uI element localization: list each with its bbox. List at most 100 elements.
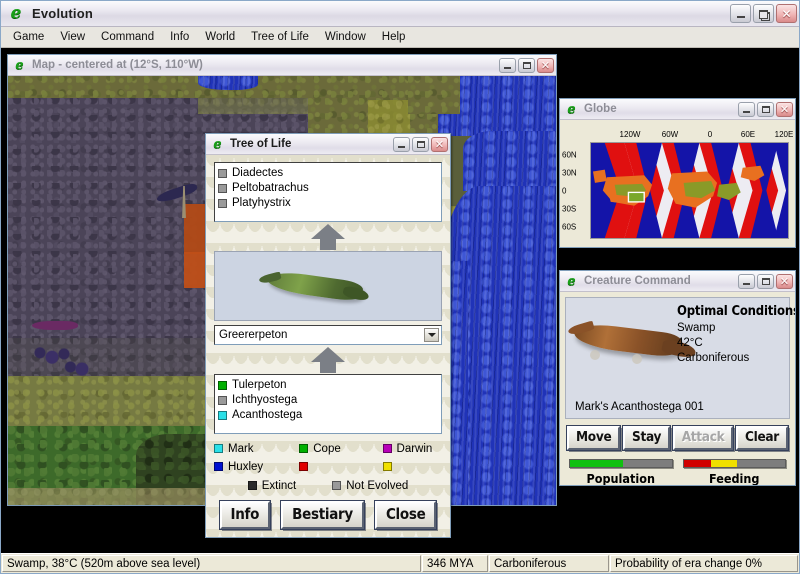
map-window-controls: ✕ bbox=[499, 57, 554, 73]
globe-viewport-indicator bbox=[627, 191, 645, 203]
tol-close-button[interactable]: ✕ bbox=[431, 136, 448, 152]
species-preview-panel bbox=[214, 251, 442, 322]
map-window-titlebar[interactable]: e Map - centered at (12°S, 110°W) ✕ bbox=[8, 55, 556, 76]
minimize-icon bbox=[736, 15, 745, 18]
close-icon: ✕ bbox=[779, 102, 790, 116]
chevron-down-icon[interactable] bbox=[424, 328, 439, 343]
list-item[interactable]: Platyhystrix bbox=[218, 196, 439, 211]
globe-lat-label: 30N bbox=[562, 168, 577, 178]
stay-button[interactable]: Stay bbox=[622, 425, 672, 451]
species-name: Tulerpeton bbox=[232, 378, 287, 391]
map-minimize-button[interactable] bbox=[499, 57, 516, 73]
cc-maximize-button[interactable] bbox=[757, 273, 774, 289]
tol-button-bar: Info Bestiary Close bbox=[214, 495, 442, 530]
ancestor-arrow-up-icon bbox=[214, 222, 442, 251]
species-name: Peltobatrachus bbox=[232, 182, 309, 194]
page-title: Evolution bbox=[32, 6, 94, 21]
legend-color-swatch bbox=[382, 462, 392, 472]
map-close-button[interactable]: ✕ bbox=[537, 57, 554, 73]
tol-window-body: Diadectes Peltobatrachus Platyhystrix Gr… bbox=[206, 155, 450, 537]
species-color-swatch bbox=[218, 380, 227, 390]
map-terrain-ocean bbox=[463, 131, 556, 191]
descendant-arrow-up-icon bbox=[214, 345, 442, 374]
globe-projection-svg bbox=[591, 143, 788, 238]
tol-minimize-button[interactable] bbox=[393, 136, 410, 152]
globe-maximize-button[interactable] bbox=[757, 101, 774, 117]
menu-help[interactable]: Help bbox=[374, 28, 414, 47]
tol-maximize-button[interactable] bbox=[412, 136, 429, 152]
legend-color-swatch bbox=[299, 444, 309, 454]
legend-color-swatch bbox=[247, 481, 257, 491]
feeding-bar-fill-red bbox=[683, 460, 711, 467]
legend-label: Mark bbox=[228, 442, 254, 455]
legend-item-not-evolved: Not Evolved bbox=[332, 480, 408, 492]
legend-color-swatch bbox=[382, 444, 392, 454]
legend-color-swatch bbox=[214, 444, 223, 454]
menu-game[interactable]: Game bbox=[5, 28, 52, 47]
close-icon: ✕ bbox=[779, 274, 790, 288]
creature-command-window: e Creature Command ✕ Optimal Conditions … bbox=[559, 270, 796, 486]
menu-tree-of-life[interactable]: Tree of Life bbox=[243, 28, 317, 47]
globe-titlebar[interactable]: e Globe ✕ bbox=[560, 99, 795, 120]
species-name: Diadectes bbox=[232, 167, 284, 179]
restore-button[interactable] bbox=[753, 4, 774, 23]
globe-lon-label: 60E bbox=[740, 130, 756, 139]
map-terrain-grass bbox=[408, 76, 460, 114]
close-dialog-button[interactable]: Close bbox=[373, 500, 438, 530]
globe-close-button[interactable]: ✕ bbox=[776, 101, 793, 117]
minimize-icon bbox=[398, 145, 405, 148]
cc-titlebar[interactable]: e Creature Command ✕ bbox=[560, 271, 795, 292]
minimize-button[interactable] bbox=[730, 4, 751, 23]
move-button[interactable]: Move bbox=[565, 425, 622, 451]
feeding-bar-track bbox=[682, 459, 786, 468]
menu-window[interactable]: Window bbox=[317, 28, 374, 47]
status-era: Carboniferous bbox=[489, 555, 609, 572]
list-item[interactable]: Tulerpeton bbox=[218, 378, 439, 393]
globe-minimize-button[interactable] bbox=[738, 101, 755, 117]
cc-minimize-button[interactable] bbox=[738, 273, 755, 289]
map-maximize-button[interactable] bbox=[518, 57, 535, 73]
ancestor-list[interactable]: Diadectes Peltobatrachus Platyhystrix bbox=[214, 162, 442, 223]
creature-sprite-leg bbox=[590, 350, 600, 360]
list-item[interactable]: Acanthostega bbox=[218, 408, 439, 423]
clear-button[interactable]: Clear bbox=[734, 425, 789, 451]
tol-titlebar[interactable]: e Tree of Life ✕ bbox=[206, 134, 450, 155]
globe-projection-canvas[interactable] bbox=[590, 142, 789, 239]
bestiary-button[interactable]: Bestiary bbox=[280, 500, 365, 530]
menu-command[interactable]: Command bbox=[93, 28, 162, 47]
globe-lon-label: 0 bbox=[707, 130, 713, 139]
optimal-temperature: 42°C bbox=[677, 337, 703, 349]
menu-info[interactable]: Info bbox=[162, 28, 197, 47]
info-button[interactable]: Info bbox=[218, 500, 272, 530]
evolution-e-icon: e bbox=[567, 273, 576, 289]
feeding-label: Feeding bbox=[709, 471, 760, 485]
restore-icon bbox=[759, 9, 770, 21]
map-creature-sprite[interactable] bbox=[32, 321, 78, 330]
map-window-title: Map - centered at (12°S, 110°W) bbox=[32, 59, 203, 71]
menu-view[interactable]: View bbox=[52, 28, 93, 47]
globe-lat-label: 60S bbox=[562, 222, 577, 232]
species-color-swatch bbox=[218, 184, 227, 193]
tol-content: Diadectes Peltobatrachus Platyhystrix Gr… bbox=[206, 155, 450, 537]
optimal-conditions-heading: Optimal Conditions bbox=[677, 304, 795, 319]
main-titlebar: e Evolution ✕ bbox=[1, 1, 799, 27]
evolution-e-icon: e bbox=[10, 3, 22, 23]
list-item[interactable]: Diadectes bbox=[218, 166, 439, 181]
species-select[interactable]: Greererpeton bbox=[214, 325, 442, 345]
globe-lon-label: 120W bbox=[619, 130, 641, 139]
list-item[interactable]: Ichthyostega bbox=[218, 393, 439, 408]
feeding-bar-fill-yellow bbox=[710, 460, 738, 467]
legend-label: Extinct bbox=[261, 479, 297, 492]
legend-row: Huxley bbox=[214, 458, 442, 476]
maximize-icon bbox=[416, 140, 425, 148]
species-name: Ichthyostega bbox=[232, 393, 298, 406]
cc-window-title: Creature Command bbox=[584, 275, 691, 287]
optimal-conditions: Optimal Conditions Swamp 42°C Carbonifer… bbox=[677, 304, 795, 366]
list-item[interactable]: Peltobatrachus bbox=[218, 181, 439, 196]
cc-close-button[interactable]: ✕ bbox=[776, 273, 793, 289]
descendant-list[interactable]: Tulerpeton Ichthyostega Acanthostega bbox=[214, 373, 442, 434]
creature-action-bar: Move Stay Attack Clear bbox=[565, 425, 790, 451]
map-terrain-grass bbox=[198, 98, 308, 114]
close-button[interactable]: ✕ bbox=[776, 4, 797, 23]
menu-world[interactable]: World bbox=[197, 28, 243, 47]
